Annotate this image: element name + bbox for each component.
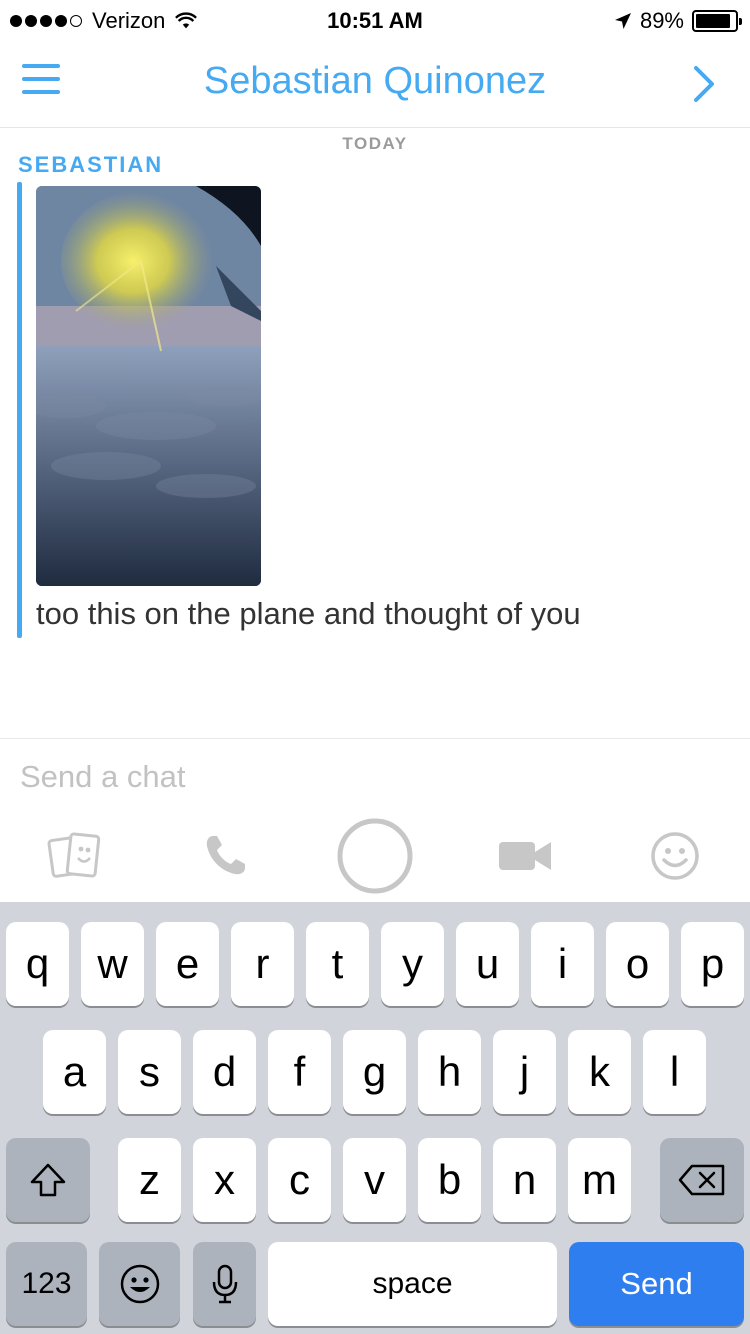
microphone-key[interactable] bbox=[193, 1242, 256, 1326]
key-p[interactable]: p bbox=[681, 922, 744, 1006]
phone-icon[interactable] bbox=[190, 810, 260, 902]
key-a[interactable]: a bbox=[43, 1030, 106, 1114]
keyboard: q w e r t y u i o p a s d f g h j k l z … bbox=[0, 902, 750, 1334]
key-v[interactable]: v bbox=[343, 1138, 406, 1222]
key-i[interactable]: i bbox=[531, 922, 594, 1006]
chat-header: Sebastian Quinonez bbox=[0, 40, 750, 128]
status-bar: Verizon 10:51 AM 89% bbox=[0, 0, 750, 40]
key-y[interactable]: y bbox=[381, 922, 444, 1006]
key-q[interactable]: q bbox=[6, 922, 69, 1006]
key-x[interactable]: x bbox=[193, 1138, 256, 1222]
shift-key[interactable] bbox=[6, 1138, 90, 1222]
battery-percentage: 89% bbox=[639, 8, 684, 33]
emoji-icon bbox=[120, 1264, 159, 1304]
key-c[interactable]: c bbox=[268, 1138, 331, 1222]
key-u[interactable]: u bbox=[456, 922, 519, 1006]
day-separator: TODAY bbox=[342, 134, 408, 153]
space-key[interactable]: space bbox=[268, 1242, 557, 1326]
key-o[interactable]: o bbox=[606, 922, 669, 1006]
gallery-icon[interactable] bbox=[40, 810, 110, 902]
message-accent-bar bbox=[17, 182, 22, 638]
key-z[interactable]: z bbox=[118, 1138, 181, 1222]
key-w[interactable]: w bbox=[81, 922, 144, 1006]
key-m[interactable]: m bbox=[568, 1138, 631, 1222]
send-key[interactable]: Send bbox=[569, 1242, 744, 1326]
key-e[interactable]: e bbox=[156, 922, 219, 1006]
battery-fill bbox=[696, 14, 730, 28]
numbers-key[interactable]: 123 bbox=[6, 1242, 87, 1326]
capture-icon[interactable] bbox=[335, 810, 415, 902]
key-t[interactable]: t bbox=[306, 922, 369, 1006]
video-icon[interactable] bbox=[490, 810, 560, 902]
key-s[interactable]: s bbox=[118, 1030, 181, 1114]
key-b[interactable]: b bbox=[418, 1138, 481, 1222]
key-f[interactable]: f bbox=[268, 1030, 331, 1114]
key-r[interactable]: r bbox=[231, 922, 294, 1006]
conversation-title[interactable]: Sebastian Quinonez bbox=[0, 60, 750, 103]
key-k[interactable]: k bbox=[568, 1030, 631, 1114]
chat-input[interactable] bbox=[20, 754, 720, 800]
key-j[interactable]: j bbox=[493, 1030, 556, 1114]
chat-action-bar bbox=[0, 810, 750, 902]
key-d[interactable]: d bbox=[193, 1030, 256, 1114]
smiley-icon[interactable] bbox=[640, 810, 710, 902]
shift-icon bbox=[30, 1163, 66, 1197]
key-g[interactable]: g bbox=[343, 1030, 406, 1114]
message-text: too this on the plane and thought of you bbox=[36, 596, 581, 631]
microphone-icon bbox=[212, 1264, 237, 1304]
chevron-right-icon[interactable] bbox=[692, 64, 722, 104]
key-n[interactable]: n bbox=[493, 1138, 556, 1222]
battery-icon bbox=[692, 10, 742, 32]
status-right: 89% bbox=[614, 8, 742, 34]
backspace-key[interactable] bbox=[660, 1138, 744, 1222]
shared-photo[interactable] bbox=[36, 186, 261, 586]
sender-name: SEBASTIAN bbox=[18, 152, 164, 177]
emoji-key[interactable] bbox=[99, 1242, 180, 1326]
backspace-icon bbox=[678, 1164, 725, 1196]
location-arrow-icon bbox=[614, 13, 631, 29]
key-h[interactable]: h bbox=[418, 1030, 481, 1114]
compose-divider bbox=[0, 738, 750, 739]
key-l[interactable]: l bbox=[643, 1030, 706, 1114]
